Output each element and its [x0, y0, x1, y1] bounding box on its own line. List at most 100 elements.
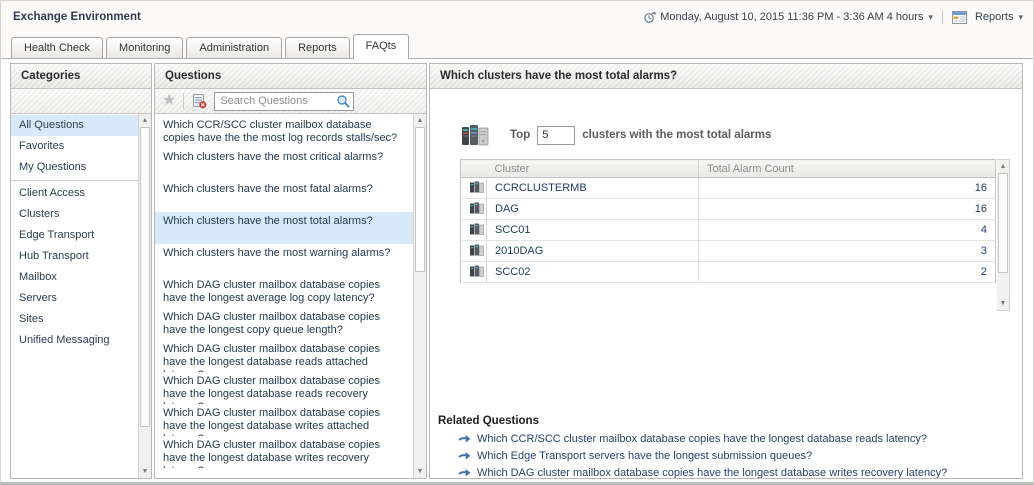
alarm-count-cell: 3 [699, 241, 996, 262]
column-header-icon [461, 160, 487, 178]
category-item-edge-transport[interactable]: Edge Transport [11, 225, 138, 246]
detail-body: Top clusters with the most total alarms … [430, 89, 1022, 478]
category-item-clusters[interactable]: Clusters [11, 204, 138, 225]
alarm-count-cell: 16 [699, 178, 996, 199]
category-item-all-questions[interactable]: All Questions [11, 115, 138, 136]
tab-faqts[interactable]: FAQts [353, 34, 410, 59]
timerange-caret-icon: ▾ [928, 12, 933, 23]
categories-list: All Questions Favorites My Questions Cli… [11, 114, 138, 478]
category-item-servers[interactable]: Servers [11, 288, 138, 309]
question-detail-panel: Which clusters have the most total alarm… [429, 63, 1023, 479]
question-item[interactable]: Which DAG cluster mailbox database copie… [155, 372, 413, 404]
related-question-link[interactable]: Which DAG cluster mailbox database copie… [458, 467, 1022, 478]
question-item[interactable]: Which DAG cluster mailbox database copie… [155, 404, 413, 436]
related-question-text: Which CCR/SCC cluster mailbox database c… [477, 433, 927, 445]
tab-health-check[interactable]: Health Check [11, 37, 103, 58]
scroll-up-icon[interactable]: ▲ [414, 114, 426, 127]
tab-monitoring[interactable]: Monitoring [106, 37, 183, 58]
related-question-link[interactable]: Which Edge Transport servers have the lo… [458, 450, 1022, 462]
scroll-down-icon[interactable]: ▼ [997, 297, 1009, 310]
timerange-label: Monday, August 10, 2015 11:36 PM - 3:36 … [660, 11, 923, 23]
faqts-content: Categories All Questions Favorites My Qu… [1, 59, 1033, 482]
app-window: Exchange Environment Monday, August 10, … [0, 0, 1034, 485]
alarm-count-cell: 2 [699, 262, 996, 283]
cluster-icon [461, 220, 487, 241]
top-label: Top [510, 129, 530, 141]
question-item[interactable]: Which CCR/SCC cluster mailbox database c… [155, 116, 413, 148]
alarm-table: Cluster Total Alarm Count CCRCLUSTERMB 1… [460, 159, 996, 283]
scroll-up-icon[interactable]: ▲ [997, 160, 1009, 173]
question-item[interactable]: Which clusters have the most critical al… [155, 148, 413, 180]
table-row[interactable]: CCRCLUSTERMB 16 [461, 178, 996, 199]
question-item[interactable]: Which clusters have the most fatal alarm… [155, 180, 413, 212]
question-item[interactable]: Which clusters have the most warning ala… [155, 244, 413, 276]
question-item[interactable]: Which DAG cluster mailbox database copie… [155, 340, 413, 372]
related-question-link[interactable]: Which CCR/SCC cluster mailbox database c… [458, 433, 1022, 445]
category-item-mailbox[interactable]: Mailbox [11, 267, 138, 288]
remove-question-icon[interactable] [191, 93, 207, 109]
categories-scrollbar[interactable]: ▲ ▼ [138, 114, 151, 478]
reports-button[interactable]: Reports ▾ [952, 11, 1023, 24]
category-item-client-access[interactable]: Client Access [11, 183, 138, 204]
category-item-unified-messaging[interactable]: Unified Messaging [11, 330, 138, 351]
questions-scrollbar[interactable]: ▲ ▼ [413, 114, 426, 478]
tab-administration[interactable]: Administration [186, 37, 282, 58]
categories-toolbar [11, 89, 151, 114]
question-item[interactable]: Which DAG cluster mailbox database copie… [155, 276, 413, 308]
categories-panel-header: Categories [11, 64, 151, 89]
cluster-icon [461, 178, 487, 199]
table-row[interactable]: SCC01 4 [461, 220, 996, 241]
search-box [214, 92, 354, 111]
question-item-selected[interactable]: Which clusters have the most total alarm… [155, 212, 413, 244]
questions-panel: Questions ★ Which CCR/SCC cluster mailbo… [154, 63, 427, 479]
timerange-selector[interactable]: Monday, August 10, 2015 11:36 PM - 3:36 … [660, 11, 933, 23]
scrollbar-track [139, 427, 151, 465]
question-item[interactable]: Which DAG cluster mailbox database copie… [155, 436, 413, 468]
cluster-name-cell: DAG [487, 199, 699, 220]
category-item-sites[interactable]: Sites [11, 309, 138, 330]
header-controls: Monday, August 10, 2015 11:36 PM - 3:36 … [643, 10, 1023, 24]
table-scrollbar[interactable]: ▲ ▼ [997, 159, 1010, 311]
scrollbar-track [997, 273, 1009, 297]
questions-toolbar: ★ [155, 89, 426, 114]
questions-panel-header: Questions [155, 64, 426, 89]
scroll-up-icon[interactable]: ▲ [139, 114, 151, 127]
question-item[interactable]: Which DAG cluster mailbox database copie… [155, 308, 413, 340]
scroll-down-icon[interactable]: ▼ [414, 465, 426, 478]
categories-title: Categories [21, 70, 80, 82]
alarm-table-wrap: Cluster Total Alarm Count CCRCLUSTERMB 1… [460, 159, 1022, 311]
top-count-input[interactable] [537, 126, 575, 145]
scrollbar-thumb[interactable] [998, 173, 1008, 273]
questions-title: Questions [165, 70, 221, 82]
scrollbar-track [414, 272, 426, 465]
favorite-star-icon[interactable]: ★ [162, 93, 176, 109]
reports-icon [952, 11, 967, 24]
search-input[interactable] [220, 95, 336, 107]
category-item-favorites[interactable]: Favorites [11, 136, 138, 157]
table-row[interactable]: 2010DAG 3 [461, 241, 996, 262]
alarm-count-cell: 16 [699, 199, 996, 220]
column-header-total-alarm-count[interactable]: Total Alarm Count [699, 160, 996, 178]
search-icon[interactable] [336, 94, 350, 108]
arrow-right-icon [458, 434, 471, 444]
tab-bar: Health Check Monitoring Administration R… [1, 33, 1033, 59]
timerange-clock-icon [643, 11, 656, 24]
tab-reports[interactable]: Reports [285, 37, 350, 58]
reports-button-label: Reports [975, 11, 1014, 23]
category-item-hub-transport[interactable]: Hub Transport [11, 246, 138, 267]
cluster-name-cell: CCRCLUSTERMB [487, 178, 699, 199]
cluster-name-cell: SCC01 [487, 220, 699, 241]
header-divider [942, 10, 943, 24]
category-item-my-questions[interactable]: My Questions [11, 157, 138, 178]
related-question-text: Which DAG cluster mailbox database copie… [477, 467, 947, 478]
scrollbar-thumb[interactable] [415, 127, 425, 272]
table-row[interactable]: DAG 16 [461, 199, 996, 220]
scrollbar-thumb[interactable] [140, 127, 150, 427]
scroll-down-icon[interactable]: ▼ [139, 465, 151, 478]
table-row[interactable]: SCC02 2 [461, 262, 996, 283]
related-questions-section: Related Questions Which CCR/SCC cluster … [438, 415, 1022, 478]
categories-panel: Categories All Questions Favorites My Qu… [10, 63, 152, 479]
column-header-cluster[interactable]: Cluster [487, 160, 699, 178]
reports-caret-icon: ▾ [1018, 12, 1023, 23]
page-title: Exchange Environment [13, 11, 141, 23]
